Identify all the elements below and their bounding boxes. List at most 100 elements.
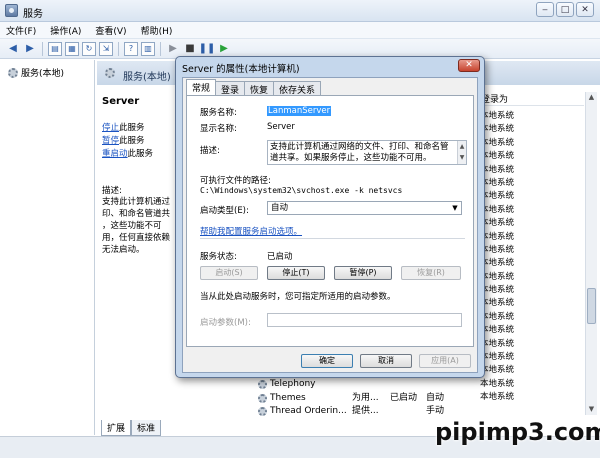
startup-type-label: 启动类型(E): bbox=[200, 206, 249, 216]
restart-service-suffix: 此服务 bbox=[127, 149, 154, 159]
restart-service-link[interactable]: 重启动 bbox=[102, 149, 128, 159]
column-header-logon[interactable]: 登录为 bbox=[478, 92, 584, 106]
tree-item-services-local[interactable]: 服务(本地) bbox=[8, 66, 64, 79]
export-list-icon[interactable]: ⇲ bbox=[99, 41, 113, 56]
service-row-name: Themes bbox=[270, 392, 306, 403]
logon-column: 本地系统 本地系统 本地系统 本地系统 本地系统 本地系统 本地系统 本地系统 本地系统 本地系统… bbox=[480, 110, 580, 405]
table-row[interactable]: Themes 为用... 已启动 自动 bbox=[255, 392, 485, 406]
logon-cell: 本地系统 bbox=[480, 191, 515, 202]
cancel-button[interactable]: 取消 bbox=[360, 354, 412, 368]
tab-logon[interactable]: 登录 bbox=[215, 81, 246, 96]
start-params-label: 启动参数(M): bbox=[200, 318, 251, 328]
exe-path-label: 可执行文件的路径: bbox=[200, 176, 271, 186]
service-name-value[interactable]: LanmanServer bbox=[267, 106, 332, 116]
pause-service-suffix: 此服务 bbox=[119, 136, 145, 146]
stop-service-icon[interactable]: ■ bbox=[183, 42, 197, 56]
stop-service-link[interactable]: 停止 bbox=[102, 123, 119, 133]
stop-button[interactable]: 停止(T) bbox=[267, 266, 325, 280]
description-scrollbar[interactable]: ▲ ▼ bbox=[457, 141, 466, 164]
apply-button[interactable]: 应用(A) bbox=[419, 354, 471, 368]
show-console-tree-icon[interactable]: ▤ bbox=[48, 41, 62, 56]
restart-service-icon[interactable]: ▶ bbox=[217, 42, 231, 56]
maximize-button[interactable]: □ bbox=[556, 2, 574, 17]
menu-view[interactable]: 查看(V) bbox=[95, 24, 126, 37]
service-list: Telephony Themes 为用... 已启动 自动 Thread Ord… bbox=[255, 378, 485, 419]
help-icon[interactable]: ? bbox=[124, 41, 138, 56]
tab-general[interactable]: 常规 bbox=[186, 79, 217, 95]
scroll-down-icon[interactable]: ▼ bbox=[586, 404, 597, 415]
logon-cell: 本地系统 bbox=[480, 218, 515, 229]
menu-action[interactable]: 操作(A) bbox=[50, 24, 81, 37]
service-row-startup: 自动 bbox=[426, 392, 445, 403]
service-row-startup: 手动 bbox=[426, 406, 445, 416]
forward-icon[interactable]: ▶ bbox=[23, 42, 37, 56]
pause-service-icon[interactable]: ❚❚ bbox=[199, 42, 216, 56]
logon-cell: 本地系统 bbox=[480, 244, 515, 255]
gear-icon bbox=[105, 68, 115, 78]
gear-icon bbox=[8, 67, 18, 78]
gear-icon bbox=[258, 393, 267, 403]
tab-recovery[interactable]: 恢复 bbox=[244, 81, 275, 96]
dialog-title: Server 的属性(本地计算机) bbox=[182, 64, 300, 75]
startup-type-select[interactable]: 自动 ▼ bbox=[267, 201, 462, 215]
help-configure-link[interactable]: 帮助我配置服务启动选项。 bbox=[200, 225, 302, 237]
description-value: 支持此计算机通过网络的文件、打印、和命名管道共享。如果服务停止，这些功能不可用。 bbox=[270, 142, 449, 163]
pause-service-link[interactable]: 暂停 bbox=[102, 136, 119, 146]
description-textbox[interactable]: 支持此计算机通过网络的文件、打印、和命名管道共享。如果服务停止，这些功能不可用。… bbox=[267, 140, 467, 165]
description-text: 支持此计算机通过 印、和命名管道共 ，这些功能不可 用，任何直接依赖 无法启动。 bbox=[102, 197, 171, 255]
start-params-note: 当从此处启动服务时，您可指定所适用的启动参数。 bbox=[200, 292, 396, 302]
logon-cell: 本地系统 bbox=[480, 177, 515, 188]
toolbar-separator bbox=[42, 41, 43, 56]
gear-icon bbox=[258, 380, 267, 389]
tab-standard[interactable]: 标准 bbox=[131, 420, 162, 436]
table-row[interactable]: Thread Orderin... 提供... 手动 bbox=[255, 405, 485, 419]
chevron-down-icon: ▼ bbox=[452, 204, 458, 212]
refresh-icon[interactable]: ↻ bbox=[82, 41, 96, 56]
tab-dependencies[interactable]: 依存关系 bbox=[273, 81, 322, 96]
vertical-scrollbar[interactable]: ▲ ▼ bbox=[585, 92, 597, 415]
pause-button[interactable]: 暂停(P) bbox=[334, 266, 392, 280]
service-actions: 停止此服务 暂停此服务 重启动此服务 bbox=[102, 122, 153, 161]
dialog-close-button[interactable]: ✕ bbox=[458, 59, 480, 72]
tree-item-label: 服务(本地) bbox=[21, 69, 65, 79]
logon-cell: 本地系统 bbox=[480, 338, 515, 349]
menu-bar: 文件(F) 操作(A) 查看(V) 帮助(H) bbox=[0, 22, 600, 39]
service-row-status: 已启动 bbox=[390, 392, 418, 403]
resume-button[interactable]: 恢复(R) bbox=[401, 266, 461, 280]
back-icon[interactable]: ◀ bbox=[6, 42, 20, 56]
logon-cell: 本地系统 bbox=[480, 285, 515, 296]
gear-icon bbox=[258, 407, 267, 416]
scroll-up-icon[interactable]: ▲ bbox=[586, 92, 597, 103]
ok-button[interactable]: 确定 bbox=[301, 354, 353, 368]
service-status-value: 已启动 bbox=[267, 252, 293, 262]
start-params-input[interactable] bbox=[267, 313, 462, 327]
logon-cell: 本地系统 bbox=[480, 352, 515, 363]
scroll-thumb[interactable] bbox=[587, 288, 596, 324]
table-row[interactable]: Telephony bbox=[255, 378, 485, 392]
logon-cell: 本地系统 bbox=[480, 204, 515, 215]
logon-cell: 本地系统 bbox=[480, 164, 515, 175]
minimize-button[interactable]: ‒ bbox=[536, 2, 554, 17]
logon-cell: 本地系统 bbox=[480, 151, 515, 162]
properties-icon[interactable]: ▦ bbox=[65, 41, 79, 56]
service-row-desc: 提供... bbox=[352, 406, 379, 416]
toolbar-separator bbox=[118, 41, 119, 56]
service-row-desc: 为用... bbox=[352, 392, 379, 403]
start-service-icon[interactable]: ▶ bbox=[166, 42, 180, 56]
logon-cell: 本地系统 bbox=[480, 124, 515, 135]
display-name-label: 显示名称: bbox=[200, 124, 237, 134]
tab-extended[interactable]: 扩展 bbox=[101, 420, 132, 436]
start-button[interactable]: 启动(S) bbox=[200, 266, 258, 280]
show-action-pane-icon[interactable]: ▥ bbox=[141, 41, 155, 56]
dialog-body: 常规 登录 恢复 依存关系 服务名称: LanmanServer 显示名称: S… bbox=[182, 77, 478, 373]
menu-help[interactable]: 帮助(H) bbox=[141, 24, 173, 37]
close-button[interactable]: ✕ bbox=[576, 2, 594, 17]
properties-dialog: Server 的属性(本地计算机) ✕ 常规 登录 恢复 依存关系 服务名称: … bbox=[175, 56, 485, 378]
services-app-icon bbox=[5, 4, 18, 17]
menu-file[interactable]: 文件(F) bbox=[6, 24, 36, 37]
window-title: 服务 bbox=[23, 9, 43, 20]
console-tree: 服务(本地) bbox=[0, 60, 95, 435]
display-name-value[interactable]: Server bbox=[267, 122, 295, 132]
logon-cell: 本地系统 bbox=[480, 258, 515, 269]
service-row-name: Thread Orderin... bbox=[270, 406, 347, 416]
